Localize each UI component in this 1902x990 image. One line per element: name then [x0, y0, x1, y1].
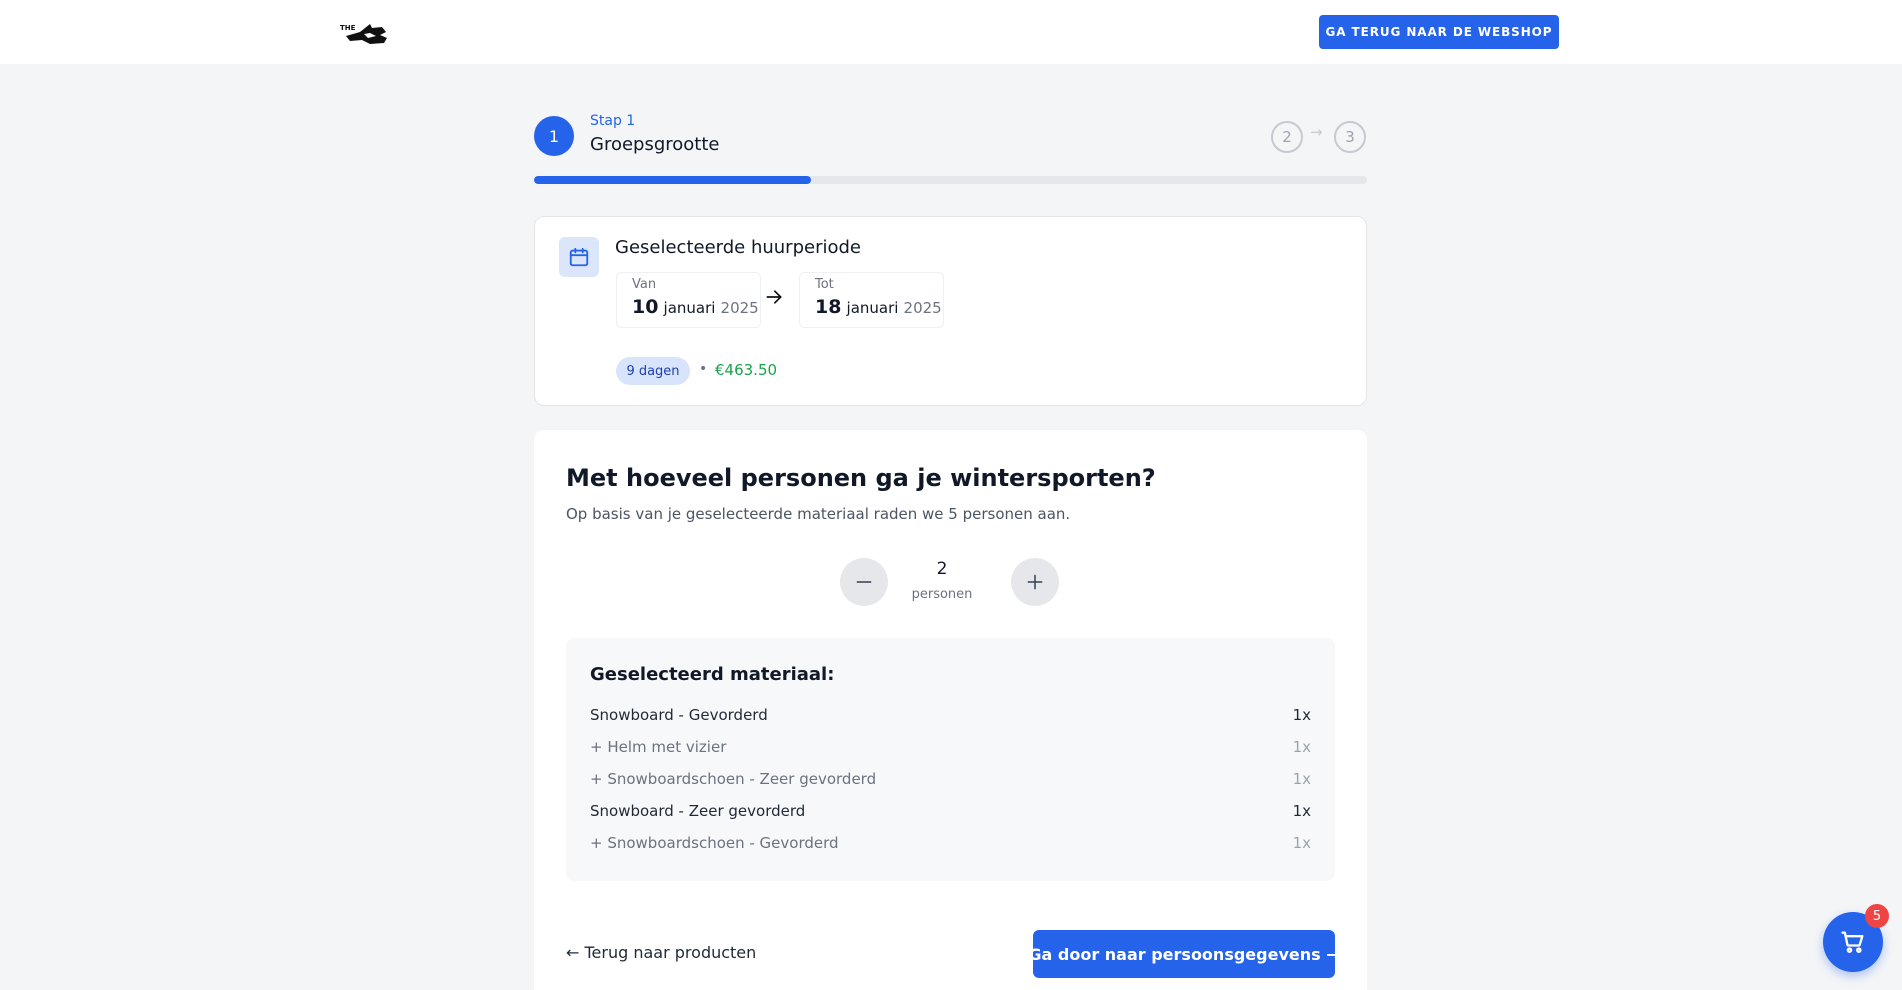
days-badge: 9 dagen [616, 357, 690, 385]
date-from-year: 2025 [720, 299, 759, 317]
step-3-indicator: 3 [1334, 121, 1366, 153]
separator-dot: • [699, 361, 708, 377]
step-subtitle: Stap 1 [590, 113, 636, 129]
total-price: €463.50 [715, 361, 778, 379]
material-name: Snowboard - Gevorderd [590, 706, 768, 724]
cart-count-badge: 5 [1865, 904, 1889, 928]
material-qty: 1x [1292, 770, 1311, 788]
step-title: Groepsgrootte [590, 134, 720, 155]
minus-icon [856, 581, 872, 583]
calendar-icon [559, 237, 599, 277]
brand-logo[interactable]: THE [340, 20, 390, 46]
material-name: Snowboard - Zeer gevorderd [590, 802, 806, 820]
material-name: + Snowboardschoen - Gevorderd [590, 834, 839, 852]
material-qty: 1x [1292, 802, 1311, 820]
svg-text:THE: THE [340, 24, 356, 32]
rental-period-title: Geselecteerde huurperiode [615, 237, 861, 258]
back-to-products-link[interactable]: ← Terug naar producten [566, 943, 756, 962]
date-from-month: januari [663, 299, 716, 317]
date-from-label: Van [632, 277, 657, 292]
date-from: Van 10 januari 2025 [616, 272, 761, 328]
decrease-button[interactable] [840, 558, 888, 606]
date-to-month: januari [846, 299, 899, 317]
material-qty: 1x [1292, 706, 1311, 724]
date-to: Tot 18 januari 2025 [799, 272, 944, 328]
person-count: 2 [936, 559, 948, 579]
top-bar: THE GA TERUG NAAR DE WEBSHOP [0, 0, 1902, 64]
step-2-indicator: 2 [1271, 121, 1303, 153]
material-row: + Snowboardschoen - Zeer gevorderd 1x [590, 770, 1311, 792]
step-1-indicator: 1 [534, 116, 574, 156]
material-row: Snowboard - Zeer gevorderd 1x [590, 802, 1311, 824]
date-to-label: Tot [815, 277, 834, 292]
arrow-right-icon [764, 287, 784, 311]
material-row: Snowboard - Gevorderd 1x [590, 706, 1311, 728]
material-name: + Snowboardschoen - Zeer gevorderd [590, 770, 877, 788]
person-count-label: personen [911, 587, 973, 602]
rental-period-card: Geselecteerde huurperiode Van 10 januari… [534, 216, 1367, 406]
page-title: Met hoeveel personen ga je wintersporten… [566, 464, 1156, 492]
material-row: + Snowboardschoen - Gevorderd 1x [590, 834, 1311, 856]
date-from-day: 10 [632, 296, 659, 318]
progress-bar [534, 176, 1367, 184]
date-to-year: 2025 [903, 299, 942, 317]
material-row: + Helm met vizier 1x [590, 738, 1311, 760]
plus-icon [1027, 574, 1043, 590]
selected-material-box: Geselecteerd materiaal: Snowboard - Gevo… [566, 638, 1335, 881]
continue-button[interactable]: Ga door naar persoonsgegevens → [1028, 930, 1340, 978]
date-to-day: 18 [815, 296, 842, 318]
back-to-webshop-button[interactable]: GA TERUG NAAR DE WEBSHOP [1319, 15, 1559, 49]
group-size-card: Met hoeveel personen ga je wintersporten… [534, 430, 1367, 990]
material-qty: 1x [1292, 834, 1311, 852]
cart-icon [1841, 931, 1864, 953]
material-qty: 1x [1292, 738, 1311, 756]
selected-material-title: Geselecteerd materiaal: [590, 664, 835, 685]
recommendation-text: Op basis van je geselecteerde materiaal … [566, 505, 1071, 523]
progress-bar-fill [534, 176, 812, 184]
step-arrow-icon: → [1310, 123, 1323, 141]
increase-button[interactable] [1011, 558, 1059, 606]
material-name: + Helm met vizier [590, 738, 727, 756]
